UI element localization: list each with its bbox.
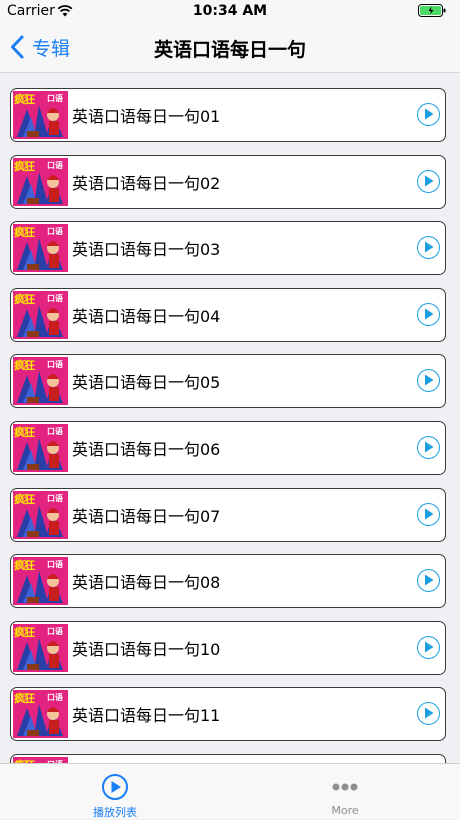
list-item[interactable]: 疯狂 口语 英语口语每日一句11 — [10, 687, 446, 742]
album-thumbnail: 疯狂 口语 — [13, 91, 68, 139]
play-icon — [425, 241, 434, 253]
play-button[interactable] — [417, 103, 440, 126]
navigation-bar: 专辑 英语口语每日一句 — [0, 22, 460, 73]
list-item-label: 英语口语每日一句04 — [72, 306, 221, 326]
play-button[interactable] — [417, 302, 440, 326]
album-thumbnail: 疯狂 口语 — [13, 623, 68, 672]
thumbnail-title: 疯狂 — [14, 93, 35, 106]
tab-more[interactable]: More — [230, 764, 460, 819]
play-button[interactable] — [417, 369, 440, 393]
play-icon — [425, 374, 434, 386]
list-item[interactable]: 疯狂 口语 英语口语每日一句08 — [10, 554, 446, 609]
track-list[interactable]: 疯狂 口语 英语口语每日一句01 疯狂 口语 英语口语每日一句02 疯狂 口语 … — [0, 73, 460, 763]
tab-bar: 播放列表 More — [0, 763, 460, 819]
battery-icon — [418, 4, 446, 17]
thumbnail-subtitle: 口语 — [47, 427, 63, 436]
play-icon — [425, 641, 434, 653]
list-item-label: 英语口语每日一句07 — [72, 506, 221, 526]
tab-playlist[interactable]: 播放列表 — [0, 764, 230, 819]
list-item[interactable]: 疯狂 口语 英语口语每日一句01 — [10, 88, 446, 142]
play-icon — [425, 508, 434, 520]
thumbnail-subtitle: 口语 — [47, 94, 63, 103]
play-button[interactable] — [417, 569, 440, 593]
list-item[interactable]: 疯狂 口语 英语口语每日一句05 — [10, 354, 446, 409]
album-thumbnail: 疯狂 口语 — [13, 157, 68, 206]
list-item[interactable]: 疯狂 口语 英语口语每日一句02 — [10, 154, 446, 209]
play-button[interactable] — [417, 502, 440, 526]
list-item-label: 英语口语每日一句05 — [72, 373, 221, 393]
play-icon — [425, 441, 434, 453]
thumbnail-title: 疯狂 — [14, 492, 35, 506]
list-item[interactable]: 疯狂 口语 英语口语每日一句06 — [10, 421, 446, 475]
list-item[interactable]: 疯狂 口语 — [10, 754, 446, 763]
thumbnail-title: 疯狂 — [14, 292, 35, 306]
list-item-label: 英语口语每日一句11 — [72, 706, 221, 726]
thumbnail-title: 疯狂 — [14, 559, 35, 573]
list-item-label: 英语口语每日一句10 — [72, 639, 221, 659]
album-thumbnail: 疯狂 口语 — [13, 224, 68, 273]
album-thumbnail: 疯狂 口语 — [13, 357, 68, 406]
thumbnail-title: 疯狂 — [14, 625, 35, 639]
thumbnail-subtitle: 口语 — [47, 693, 63, 703]
tab-more-label: More — [331, 804, 359, 817]
list-item[interactable]: 疯狂 口语 英语口语每日一句04 — [10, 287, 446, 342]
more-icon — [332, 783, 358, 791]
play-button[interactable] — [417, 436, 440, 459]
play-icon — [425, 574, 434, 586]
thumbnail-title: 疯狂 — [14, 692, 35, 706]
thumbnail-subtitle: 口语 — [47, 293, 63, 303]
thumbnail-subtitle: 口语 — [47, 626, 63, 636]
album-thumbnail: 疯狂 口语 — [13, 690, 68, 739]
thumbnail-subtitle: 口语 — [47, 360, 63, 370]
play-button[interactable] — [417, 702, 440, 726]
thumbnail-title: 疯狂 — [14, 426, 35, 439]
status-bar: Carrier 10:34 AM — [0, 0, 460, 22]
list-item[interactable]: 疯狂 口语 英语口语每日一句10 — [10, 620, 446, 675]
thumbnail-subtitle: 口语 — [47, 560, 63, 570]
list-item-label: 英语口语每日一句02 — [72, 173, 221, 193]
play-circle-icon — [102, 774, 128, 800]
list-item[interactable]: 疯狂 口语 英语口语每日一句03 — [10, 221, 446, 276]
list-item-label: 英语口语每日一句03 — [72, 240, 221, 260]
list-item[interactable]: 疯狂 口语 英语口语每日一句07 — [10, 487, 446, 542]
album-thumbnail: 疯狂 口语 — [13, 557, 68, 606]
thumbnail-title: 疯狂 — [14, 359, 35, 373]
play-button[interactable] — [417, 635, 440, 659]
play-icon — [425, 308, 434, 320]
album-thumbnail: 疯狂 口语 — [13, 424, 68, 472]
thumbnail-subtitle: 口语 — [47, 227, 63, 237]
thumbnail-title: 疯狂 — [14, 226, 35, 240]
thumbnail-subtitle: 口语 — [47, 493, 63, 503]
list-item-label: 英语口语每日一句08 — [72, 573, 221, 593]
thumbnail-subtitle: 口语 — [47, 160, 63, 170]
album-thumbnail: 疯狂 口语 — [13, 490, 68, 539]
play-icon — [425, 707, 434, 719]
list-item-label: 英语口语每日一句01 — [72, 107, 221, 126]
play-button[interactable] — [417, 236, 440, 260]
list-item-label: 英语口语每日一句06 — [72, 440, 221, 459]
play-icon — [425, 175, 434, 187]
thumbnail-title: 疯狂 — [14, 159, 35, 173]
album-thumbnail: 疯狂 口语 — [13, 290, 68, 339]
page-title: 英语口语每日一句 — [153, 39, 306, 61]
play-icon — [425, 108, 434, 120]
status-time: 10:34 AM — [192, 3, 268, 19]
play-button[interactable] — [417, 169, 440, 193]
